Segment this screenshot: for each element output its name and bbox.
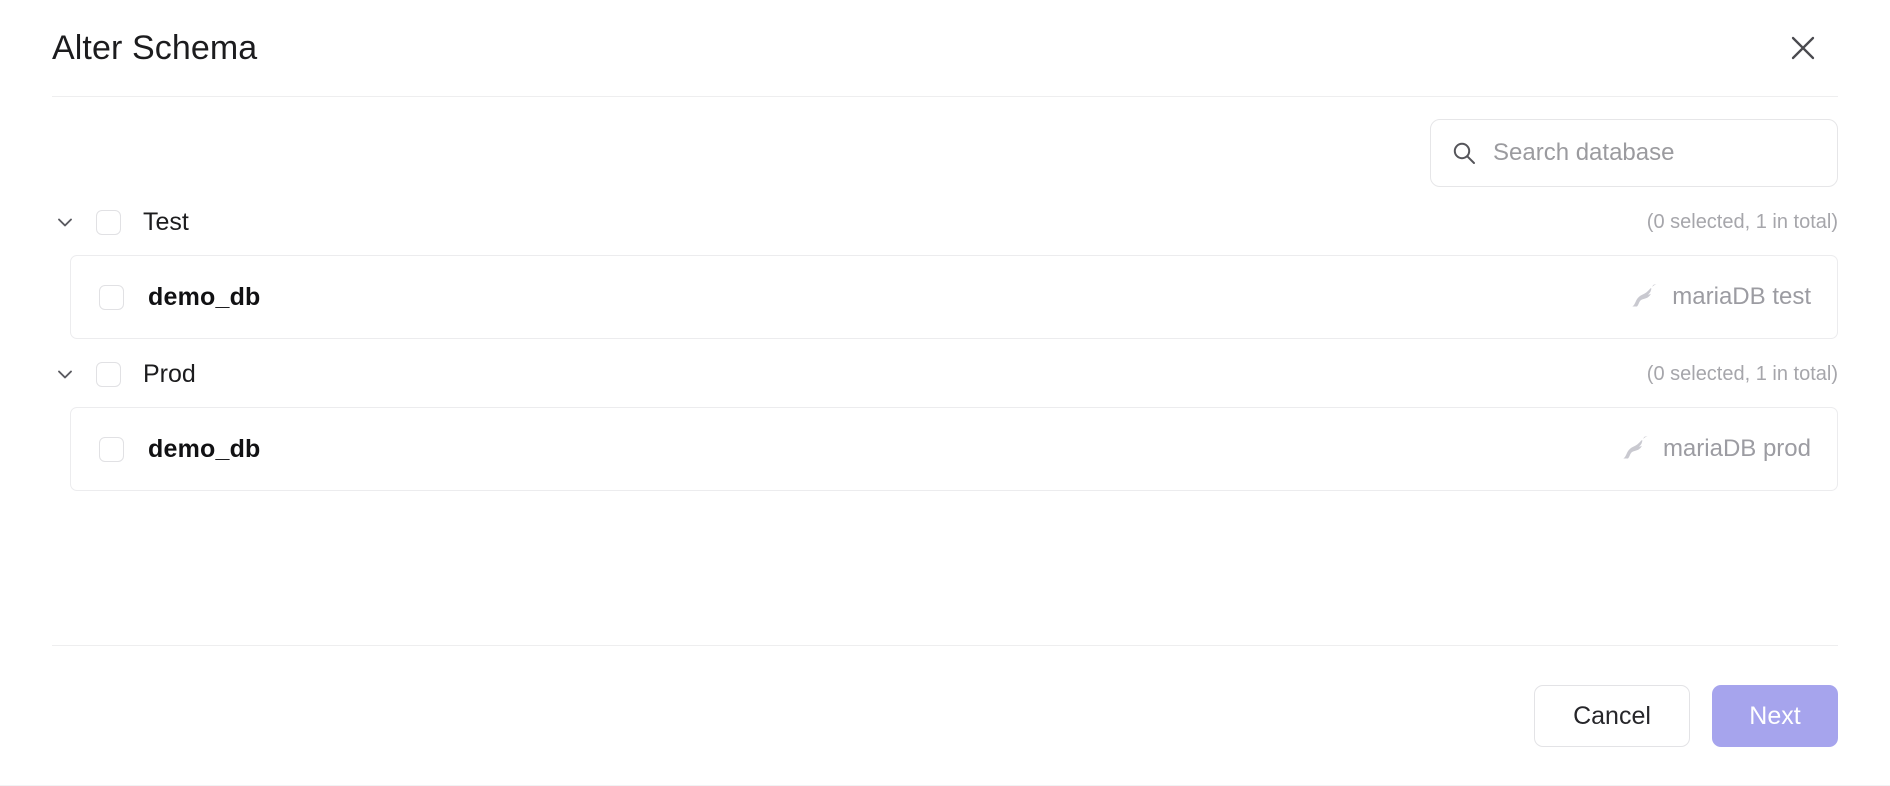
database-engine-label: mariaDB prod bbox=[1662, 435, 1811, 462]
database-checkbox[interactable] bbox=[99, 436, 124, 462]
group-checkbox[interactable] bbox=[96, 361, 121, 387]
search-input[interactable] bbox=[1493, 120, 1817, 186]
database-engine: mariaDB test bbox=[1629, 281, 1811, 314]
database-engine: mariaDB prod bbox=[1620, 433, 1811, 466]
group-label: Test bbox=[143, 207, 189, 236]
mariadb-seal-icon bbox=[1629, 281, 1659, 314]
group-header[interactable]: Prod (0 selected, 1 in total) bbox=[52, 353, 1838, 395]
database-row[interactable]: demo_db mariaDB prod bbox=[70, 407, 1838, 491]
group-checkbox[interactable] bbox=[96, 209, 121, 235]
dialog-footer: Cancel Next bbox=[0, 646, 1890, 786]
group-header[interactable]: Test (0 selected, 1 in total) bbox=[52, 201, 1838, 243]
group-selection-count: (0 selected, 1 in total) bbox=[1646, 363, 1838, 385]
chevron-down-icon[interactable] bbox=[52, 361, 78, 387]
database-group-prod: Prod (0 selected, 1 in total) demo_db ma… bbox=[52, 353, 1838, 491]
database-name: demo_db bbox=[148, 434, 261, 463]
search-database-box[interactable] bbox=[1430, 119, 1838, 187]
search-icon bbox=[1451, 140, 1477, 166]
group-selection-count: (0 selected, 1 in total) bbox=[1646, 211, 1838, 233]
dialog-header: Alter Schema bbox=[0, 0, 1890, 96]
next-button[interactable]: Next bbox=[1712, 685, 1838, 747]
group-label: Prod bbox=[143, 359, 196, 388]
close-icon[interactable] bbox=[1780, 25, 1826, 71]
database-checkbox[interactable] bbox=[99, 284, 124, 310]
database-row[interactable]: demo_db mariaDB test bbox=[70, 255, 1838, 339]
database-name: demo_db bbox=[148, 282, 261, 311]
chevron-down-icon[interactable] bbox=[52, 209, 78, 235]
database-engine-label: mariaDB test bbox=[1672, 283, 1811, 310]
page-title: Alter Schema bbox=[52, 29, 258, 67]
cancel-button[interactable]: Cancel bbox=[1534, 685, 1690, 747]
search-row bbox=[52, 97, 1838, 187]
mariadb-seal-icon bbox=[1620, 433, 1650, 466]
dialog-body: Test (0 selected, 1 in total) demo_db ma… bbox=[0, 97, 1890, 613]
alter-schema-dialog: Alter Schema Search database Test (0 sel… bbox=[0, 0, 1890, 786]
database-group-test: Test (0 selected, 1 in total) demo_db ma… bbox=[52, 201, 1838, 339]
